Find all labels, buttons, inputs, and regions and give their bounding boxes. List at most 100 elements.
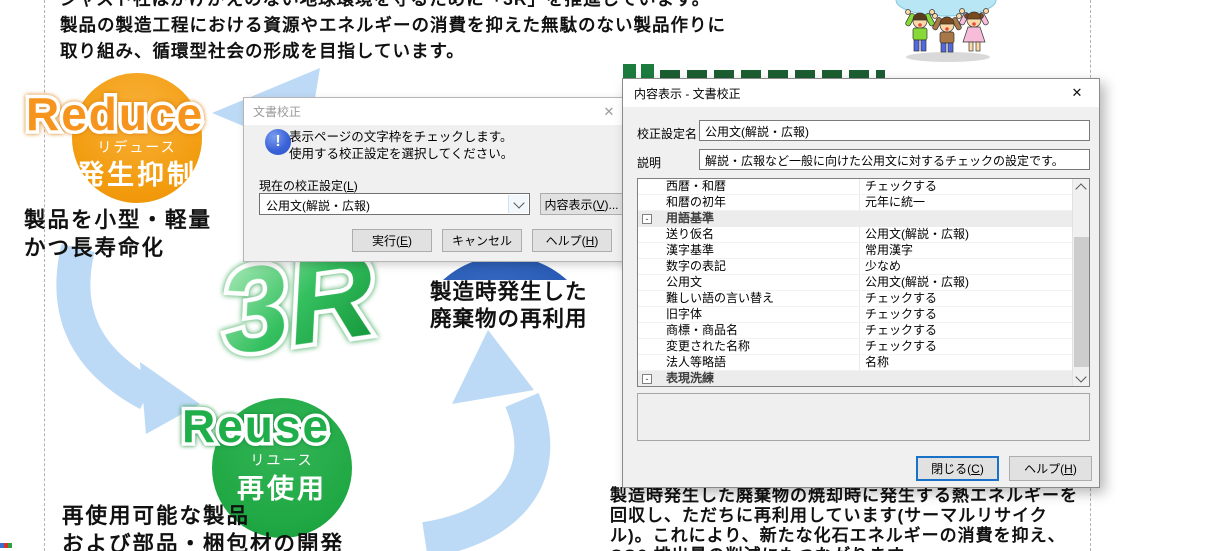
setting-name: 表現洗練 bbox=[658, 371, 859, 386]
intro-paragraph: ジャスト社はかけがえのない地球環境を守るために「3R」を推進しています。 製品の… bbox=[60, 0, 726, 64]
row-gutter bbox=[638, 259, 658, 274]
thermal-paragraph: 製造時発生した廃棄物の焼却時に発生する熱エネルギーを 回収し、ただちに再利用して… bbox=[610, 486, 1078, 551]
reuse-caption: 再使用可能な製品 および部品・梱包材の開発 bbox=[62, 502, 344, 551]
chevron-down-icon[interactable] bbox=[508, 195, 528, 213]
setting-name: 商標・商品名 bbox=[658, 323, 859, 338]
setting-row[interactable]: 数字の表記少なめ bbox=[638, 259, 1072, 275]
setting-value: チェックする bbox=[859, 339, 1072, 354]
setting-value: 公用文(解説・広報) bbox=[859, 227, 1072, 242]
description-field[interactable]: 解説・広報など一般に向けた公用文に対するチェックの設定です。 bbox=[699, 149, 1090, 170]
setting-row[interactable]: 西暦・和暦チェックする bbox=[638, 179, 1072, 195]
cancel-button[interactable]: キャンセル bbox=[442, 229, 522, 252]
setting-name: 数字の表記 bbox=[658, 259, 859, 274]
caption-line: 再使用可能な製品 bbox=[62, 502, 344, 530]
row-gutter bbox=[638, 179, 658, 194]
caption-line: 製品を小型・軽量 bbox=[24, 206, 212, 234]
row-gutter bbox=[638, 243, 658, 258]
setting-name: 送り仮名 bbox=[658, 227, 859, 242]
row-gutter bbox=[638, 355, 658, 370]
setting-row[interactable]: 難しい語の言い替えチェックする bbox=[638, 291, 1072, 307]
thermal-line: ル)。これにより、新たな化石エネルギーの消費を抑え、 bbox=[610, 526, 1078, 546]
recycle-caption: 製造時発生した 廃棄物の再利用 bbox=[430, 279, 588, 333]
caption-line: 廃棄物の再利用 bbox=[430, 306, 588, 333]
scroll-down-icon[interactable] bbox=[1073, 370, 1089, 386]
setting-value: 公用文(解説・広報) bbox=[859, 275, 1072, 290]
thermal-line: CO2 排出量の削減にもつながります。 bbox=[610, 546, 1078, 551]
thermal-line: 製造時発生した廃棄物の焼却時に発生する熱エネルギーを bbox=[610, 486, 1078, 506]
collapse-minus-icon[interactable]: - bbox=[642, 214, 652, 224]
corner-color-mark bbox=[0, 543, 12, 548]
reduce-caption: 製品を小型・軽量 かつ長寿命化 bbox=[24, 206, 212, 262]
caption-line: 製造時発生した bbox=[430, 279, 588, 306]
settings-table: 西暦・和暦チェックする和暦の初年元年に統一-用語基準送り仮名公用文(解説・広報)… bbox=[637, 178, 1090, 387]
close-button[interactable]: 閉じる(C) bbox=[916, 456, 999, 481]
scrollbar-thumb[interactable] bbox=[1074, 237, 1089, 367]
setting-value: 少なめ bbox=[859, 259, 1072, 274]
setting-row[interactable]: 送り仮名公用文(解説・広報) bbox=[638, 227, 1072, 243]
intro-line: 製品の製造工程における資源やエネルギーの消費を抑えた無駄のない製品作りに bbox=[60, 12, 726, 38]
setting-name: 漢字基準 bbox=[658, 243, 859, 258]
close-icon[interactable]: ✕ bbox=[1055, 79, 1099, 107]
setting-row[interactable]: 漢字基準常用漢字 bbox=[638, 243, 1072, 259]
content-view-dialog: 内容表示 - 文書校正 ✕ 校正設定名 公用文(解説・広報) 説明 解説・広報な… bbox=[622, 78, 1100, 488]
detail-description-box bbox=[637, 393, 1090, 441]
document-page: Reduce Reuse 3R リデュース 発生抑制 リユース 再使用 ジャスト… bbox=[0, 0, 1223, 551]
setting-row[interactable]: 和暦の初年元年に統一 bbox=[638, 195, 1072, 211]
setting-name-label: 校正設定名 bbox=[637, 125, 697, 142]
setting-name: 西暦・和暦 bbox=[658, 179, 859, 194]
setting-section-row[interactable]: -用語基準 bbox=[638, 211, 1072, 227]
setting-value: チェックする bbox=[859, 291, 1072, 306]
children-clipart bbox=[892, 0, 1004, 62]
setting-name: 用語基準 bbox=[658, 211, 859, 227]
reduce-label: 発生抑制 bbox=[72, 153, 202, 192]
proof-dialog: 文書校正 ✕ ! 表示ページの文字枠をチェックします。 使用する校正設定を選択し… bbox=[243, 97, 630, 262]
scroll-up-icon[interactable] bbox=[1073, 179, 1089, 195]
heading-text-clipped bbox=[660, 70, 885, 78]
run-button[interactable]: 実行(E) bbox=[352, 229, 432, 252]
setting-name: 変更された名称 bbox=[658, 339, 859, 354]
setting-value: チェックする bbox=[859, 323, 1072, 338]
combobox-value: 公用文(解説・広報) bbox=[266, 197, 370, 214]
setting-name: 公用文 bbox=[658, 275, 859, 290]
proof-setting-combobox[interactable]: 公用文(解説・広報) bbox=[259, 193, 530, 215]
row-gutter bbox=[638, 339, 658, 354]
thermal-line: 回収し、ただちに再利用しています(サーマルリサイク bbox=[610, 506, 1078, 526]
caption-line: および部品・梱包材の開発 bbox=[62, 530, 344, 551]
setting-value: チェックする bbox=[859, 307, 1072, 322]
proof-dialog-message: 表示ページの文字枠をチェックします。 使用する校正設定を選択してください。 bbox=[289, 129, 513, 163]
setting-value: 常用漢字 bbox=[859, 243, 1072, 258]
reuse-label: 再使用 bbox=[212, 467, 352, 506]
vertical-scrollbar[interactable] bbox=[1072, 179, 1089, 386]
setting-value: チェックする bbox=[859, 179, 1072, 194]
row-gutter bbox=[638, 323, 658, 338]
collapse-minus-icon[interactable]: - bbox=[642, 374, 652, 384]
description-label: 説明 bbox=[637, 154, 661, 171]
reduce-wordart: Reduce bbox=[22, 88, 232, 144]
setting-name-field[interactable]: 公用文(解説・広報) bbox=[699, 120, 1090, 141]
setting-row[interactable]: 変更された名称チェックする bbox=[638, 339, 1072, 355]
info-icon: ! bbox=[265, 129, 291, 155]
svg-text:Reuse: Reuse bbox=[182, 400, 330, 452]
view-contents-button[interactable]: 内容表示(V)... bbox=[540, 193, 623, 215]
help-button[interactable]: ヘルプ(H) bbox=[532, 229, 612, 252]
message-line: 表示ページの文字枠をチェックします。 bbox=[289, 129, 513, 146]
setting-row[interactable]: 旧字体チェックする bbox=[638, 307, 1072, 323]
setting-row[interactable]: 法人等略語名称 bbox=[638, 355, 1072, 371]
setting-value: 元年に統一 bbox=[859, 195, 1072, 210]
content-dialog-titlebar[interactable]: 内容表示 - 文書校正 ✕ bbox=[623, 79, 1099, 107]
setting-name: 法人等略語 bbox=[658, 355, 859, 370]
setting-row[interactable]: 商標・商品名チェックする bbox=[638, 323, 1072, 339]
setting-name: 難しい語の言い替え bbox=[658, 291, 859, 306]
content-dialog-title: 内容表示 - 文書校正 bbox=[634, 85, 741, 102]
caption-line: かつ長寿命化 bbox=[24, 234, 212, 262]
setting-name: 和暦の初年 bbox=[658, 195, 859, 210]
setting-section-row[interactable]: -表現洗練 bbox=[638, 371, 1072, 386]
settings-rows: 西暦・和暦チェックする和暦の初年元年に統一-用語基準送り仮名公用文(解説・広報)… bbox=[638, 179, 1072, 386]
heading-bullet-square bbox=[623, 64, 636, 78]
reuse-wordart: Reuse bbox=[178, 400, 378, 456]
proof-dialog-titlebar[interactable]: 文書校正 ✕ bbox=[244, 98, 629, 125]
setting-row[interactable]: 公用文公用文(解説・広報) bbox=[638, 275, 1072, 291]
row-gutter bbox=[638, 291, 658, 306]
heading-bullet-square bbox=[641, 64, 654, 78]
help-button[interactable]: ヘルプ(H) bbox=[1009, 456, 1092, 481]
